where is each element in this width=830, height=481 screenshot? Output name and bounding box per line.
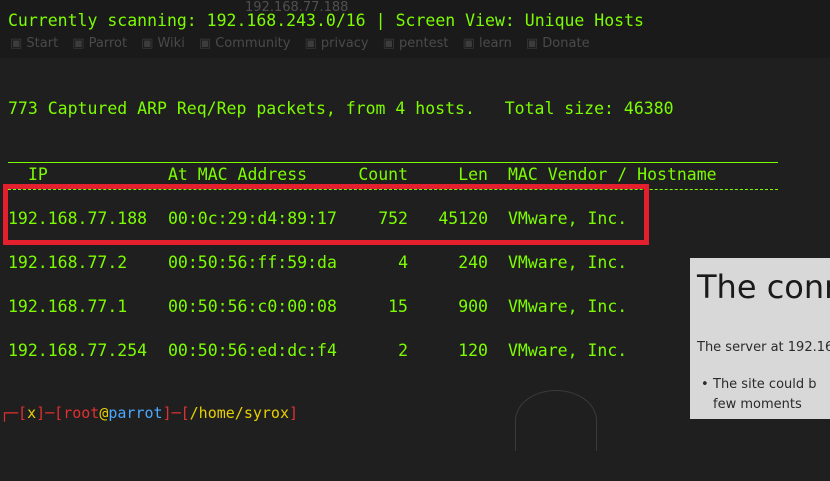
prompt-prefix: ┌─[ [0, 404, 28, 422]
column-header-len: Len [458, 165, 488, 184]
host-len: 240 [458, 253, 488, 272]
host-vendor: VMware, Inc. [508, 341, 628, 360]
host-count: 2 [398, 341, 408, 360]
prompt-status: x [27, 404, 37, 422]
column-header-mac: At MAC Address [168, 165, 308, 184]
host-ip: 192.168.77.254 [8, 341, 148, 360]
column-header-vendor: MAC Vendor / Hostname [508, 165, 717, 184]
prompt-user: root [63, 404, 100, 422]
host-vendor: VMware, Inc. [508, 253, 628, 272]
host-len: 120 [458, 341, 488, 360]
shell-prompt: ┌─[x]─[root@parrot]─[/home/syrox] [0, 404, 298, 422]
scan-status-line: Currently scanning: 192.168.243.0/16 | Scr… [8, 11, 644, 31]
prompt-path: /home/syrox [189, 404, 289, 422]
terminal-window[interactable]: Currently scanning: 192.168.243.0/16 | Scr… [0, 0, 830, 422]
host-count: 15 [388, 297, 408, 316]
prompt-suffix: ] [289, 404, 299, 422]
prompt-mid2: ]─[ [162, 404, 190, 422]
prompt-host: parrot [108, 404, 163, 422]
host-mac: 00:50:56:ed:dc:f4 [168, 341, 337, 360]
packet-summary-line: 773 Captured ARP Req/Rep packets, from 4… [8, 99, 674, 119]
column-header-ip: IP [28, 165, 48, 184]
prompt-mid: ]─[ [36, 404, 64, 422]
host-count: 4 [398, 253, 408, 272]
host-ip: 192.168.77.2 [8, 253, 128, 272]
screen-view-label: Screen View: Unique Hosts [395, 11, 644, 30]
captured-packets-text: 773 Captured ARP Req/Rep packets, from 4… [8, 99, 475, 118]
host-ip: 192.168.77.1 [8, 297, 128, 316]
column-header-count: Count [358, 165, 408, 184]
table-row[interactable]: 192.168.77.1 00:50:56:c0:00:08 15 900 VM… [8, 297, 627, 317]
host-mac: 00:50:56:c0:00:08 [168, 297, 337, 316]
status-separator: | [375, 11, 386, 30]
table-header-row: IP At MAC Address Count Len MAC Vendor /… [8, 165, 717, 185]
total-size-text: Total size: 46380 [504, 99, 674, 118]
host-len: 900 [458, 297, 488, 316]
host-mac: 00:50:56:ff:59:da [168, 253, 337, 272]
highlight-box [3, 184, 649, 245]
table-row[interactable]: 192.168.77.254 00:50:56:ed:dc:f4 2 120 V… [8, 341, 627, 361]
table-row[interactable]: 192.168.77.2 00:50:56:ff:59:da 4 240 VMw… [8, 253, 627, 273]
table-top-rule [8, 162, 778, 163]
scan-range-label: Currently scanning: 192.168.243.0/16 [8, 11, 366, 30]
host-vendor: VMware, Inc. [508, 297, 628, 316]
